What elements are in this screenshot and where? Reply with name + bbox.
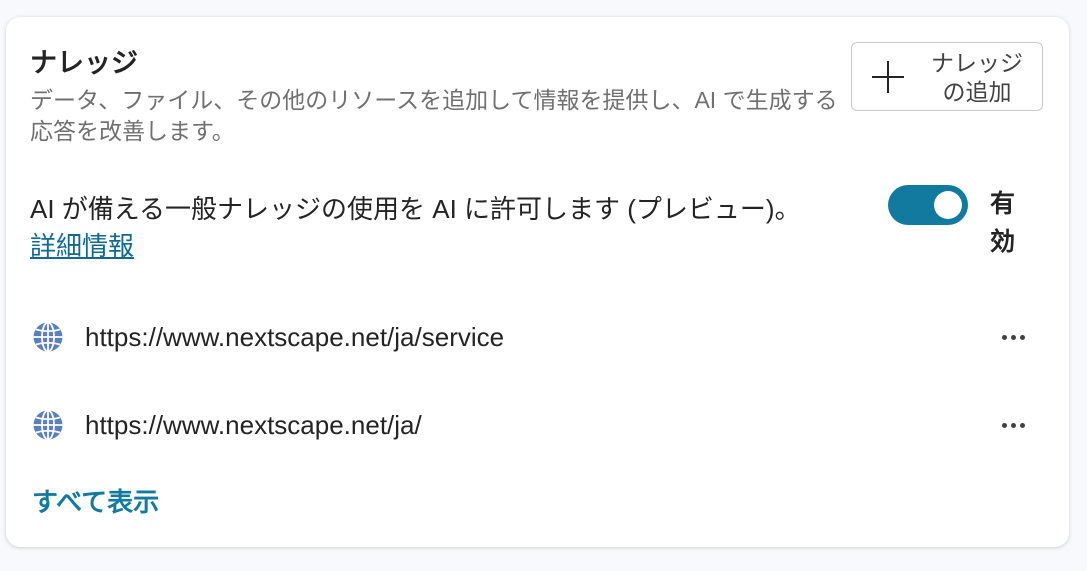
section-description: データ、ファイル、その他のリソースを追加して情報を提供し、AI で生成する応答を… [30, 87, 838, 144]
add-knowledge-button-label: ナレッジの追加 [931, 50, 1023, 105]
ai-general-knowledge-setting: AI が備える一般ナレッジの使用を AI に許可します (プレビュー)。 詳細情… [30, 191, 880, 265]
add-knowledge-button[interactable]: ナレッジの追加 [851, 42, 1043, 111]
more-dot [1020, 335, 1025, 340]
knowledge-card: ナレッジ データ、ファイル、その他のリソースを追加して情報を提供し、AI で生成… [6, 17, 1069, 547]
more-dot [1011, 423, 1016, 428]
ai-general-knowledge-toggle[interactable] [888, 185, 968, 225]
section-title: ナレッジ [30, 48, 138, 78]
knowledge-source-url: https://www.nextscape.net/ja/service [85, 322, 505, 352]
more-dot [1020, 423, 1025, 428]
plus-icon [872, 61, 904, 93]
globe-icon [32, 409, 64, 441]
knowledge-source-row[interactable]: https://www.nextscape.net/ja/service [6, 307, 1069, 367]
ai-general-knowledge-text: AI が備える一般ナレッジの使用を AI に許可します (プレビュー)。 [30, 194, 801, 224]
globe-icon [32, 321, 64, 353]
show-all-link[interactable]: すべて表示 [32, 485, 159, 519]
more-dot [1011, 335, 1016, 340]
more-options-button[interactable] [994, 405, 1034, 445]
toggle-status-label: 有効 [990, 190, 1016, 256]
toggle-knob [934, 191, 962, 219]
knowledge-source-url: https://www.nextscape.net/ja/ [85, 410, 422, 440]
more-dot [1002, 335, 1007, 340]
learn-more-link[interactable]: 詳細情報 [30, 231, 134, 261]
knowledge-source-row[interactable]: https://www.nextscape.net/ja/ [6, 395, 1069, 455]
more-options-button[interactable] [994, 317, 1034, 357]
more-dot [1002, 423, 1007, 428]
